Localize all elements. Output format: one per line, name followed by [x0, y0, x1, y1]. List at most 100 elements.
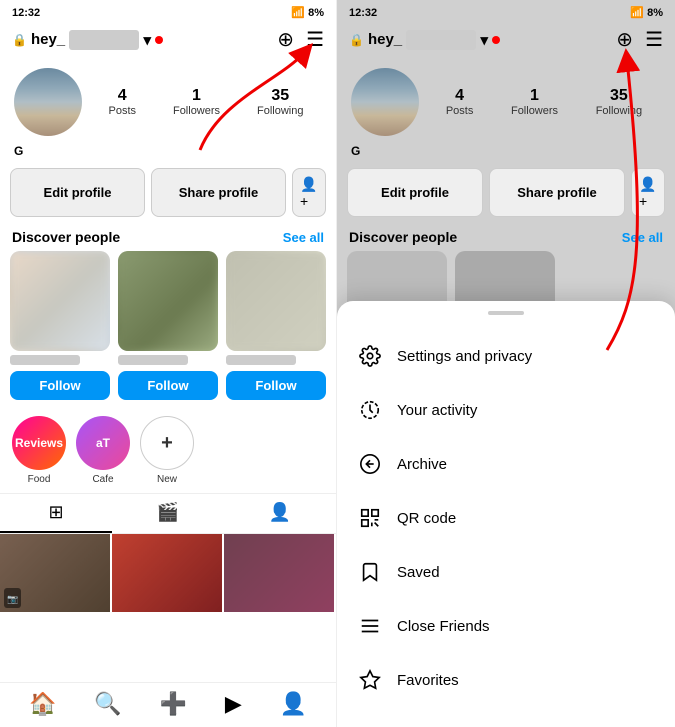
settings-icon: [357, 343, 383, 369]
qrcode-menu-item[interactable]: QR code: [337, 491, 675, 545]
battery-right: 8%: [647, 7, 663, 19]
add-icon-right[interactable]: ⊕: [616, 27, 633, 52]
share-profile-button-right[interactable]: Share profile: [489, 168, 625, 217]
person-card-3: Follow: [226, 251, 326, 400]
settings-label: Settings and privacy: [397, 348, 532, 365]
stats-area-right: 4 Posts 1 Followers 35 Following: [427, 87, 661, 117]
person-card-1: Follow: [10, 251, 110, 400]
person-card-2: Follow: [118, 251, 218, 400]
online-dot-right: [492, 36, 500, 44]
saved-menu-item[interactable]: Saved: [337, 545, 675, 599]
discover-header-right: Discover people See all: [337, 225, 675, 251]
person-photo-3: [226, 251, 326, 351]
follow-button-3[interactable]: Follow: [226, 371, 326, 400]
signal-icon: 📶: [291, 6, 305, 19]
stat-posts-right: 4 Posts: [446, 87, 474, 117]
activity-icon: [357, 397, 383, 423]
post-thumb-2[interactable]: [112, 534, 222, 612]
settings-menu-item[interactable]: Settings and privacy: [337, 329, 675, 383]
right-panel: 12:32 📶 8% 🔒 hey_ xxxxxxxx ▾ ⊕ ☰ 4 Posts: [337, 0, 675, 727]
followers-count-right: 1: [530, 87, 539, 105]
archive-menu-item[interactable]: Archive: [337, 437, 675, 491]
discover-people-icon-left[interactable]: 👤+: [292, 168, 326, 217]
discover-title-right: Discover people: [349, 229, 457, 245]
edit-profile-button-left[interactable]: Edit profile: [10, 168, 145, 217]
see-all-left[interactable]: See all: [283, 230, 324, 245]
qrcode-icon: [357, 505, 383, 531]
posts-grid-left: 📷: [0, 534, 336, 612]
bottom-nav-left: 🏠 🔍 ➕ ▶ 👤: [0, 682, 336, 727]
menu-icon-right[interactable]: ☰: [645, 27, 663, 52]
follow-button-1[interactable]: Follow: [10, 371, 110, 400]
stats-area-left: 4 Posts 1 Followers 35 Following: [90, 87, 322, 117]
stories-row-left: Reviews Food aT Cafe + New: [0, 408, 336, 493]
nav-reels-left[interactable]: ▶: [225, 691, 242, 717]
top-nav-right: 🔒 hey_ xxxxxxxx ▾ ⊕ ☰: [337, 23, 675, 60]
share-profile-button-left[interactable]: Share profile: [151, 168, 286, 217]
posts-grid-tab[interactable]: ⊞: [0, 494, 112, 533]
saved-label: Saved: [397, 564, 440, 581]
menu-icon-left[interactable]: ☰: [306, 27, 324, 52]
posts-tabs-left: ⊞ 🎬 👤: [0, 493, 336, 534]
favorites-menu-item[interactable]: Favorites: [337, 653, 675, 707]
action-buttons-right: Edit profile Share profile 👤+: [337, 164, 675, 225]
story-circle-new: +: [140, 416, 194, 470]
nav-profile-left[interactable]: 👤: [280, 691, 307, 717]
people-cards-left: Follow Follow Follow: [0, 251, 336, 408]
person-name-3: [226, 355, 296, 365]
story-cafe[interactable]: aT Cafe: [76, 416, 130, 485]
online-dot-left: [155, 36, 163, 44]
posts-label-left: Posts: [108, 105, 136, 117]
top-nav-left: 🔒 hey_ xxxxxxxx ▾ ⊕ ☰: [0, 23, 336, 60]
profile-name-right: G: [337, 142, 675, 164]
story-food[interactable]: Reviews Food: [12, 416, 66, 485]
username-text-right: hey_: [368, 31, 402, 48]
nav-home-left[interactable]: 🏠: [29, 691, 56, 717]
battery-left: 8%: [308, 7, 324, 19]
close-friends-menu-item[interactable]: Close Friends: [337, 599, 675, 653]
see-all-right[interactable]: See all: [622, 230, 663, 245]
profile-section-right: 4 Posts 1 Followers 35 Following: [337, 60, 675, 142]
username-area-left: 🔒 hey_ xxxxxxxx ▾: [12, 30, 163, 50]
posts-tagged-tab[interactable]: 👤: [224, 494, 336, 533]
username-blur-left: xxxxxxxx: [69, 30, 139, 50]
activity-menu-item[interactable]: Your activity: [337, 383, 675, 437]
profile-name-left: G: [0, 142, 336, 164]
edit-profile-button-right[interactable]: Edit profile: [347, 168, 483, 217]
posts-count-right: 4: [455, 87, 464, 105]
stat-posts-left: 4 Posts: [108, 87, 136, 117]
chevron-left: ▾: [143, 31, 151, 49]
chevron-right-nav: ▾: [480, 31, 488, 49]
stat-followers-right: 1 Followers: [511, 87, 558, 117]
archive-icon: [357, 451, 383, 477]
discover-header-left: Discover people See all: [0, 225, 336, 251]
add-icon-left[interactable]: ⊕: [277, 27, 294, 52]
person-photo-1: [10, 251, 110, 351]
follow-button-2[interactable]: Follow: [118, 371, 218, 400]
sheet-handle: [488, 311, 524, 315]
post-thumb-1[interactable]: 📷: [0, 534, 110, 612]
followers-count-left: 1: [192, 87, 201, 105]
lock-icon-left: 🔒: [12, 33, 27, 47]
person-photo-2: [118, 251, 218, 351]
following-count-left: 35: [271, 87, 289, 105]
following-label-right: Following: [596, 105, 642, 117]
person-name-1: [10, 355, 80, 365]
username-area-right: 🔒 hey_ xxxxxxxx ▾: [349, 30, 500, 50]
posts-reel-tab[interactable]: 🎬: [112, 494, 224, 533]
close-friends-icon: [357, 613, 383, 639]
status-icons-right: 📶 8%: [630, 6, 663, 19]
story-label-new: New: [157, 474, 177, 485]
discover-people-icon-right[interactable]: 👤+: [631, 168, 665, 217]
story-label-food: Food: [28, 474, 51, 485]
nav-add-left[interactable]: ➕: [160, 691, 187, 717]
favorites-icon: [357, 667, 383, 693]
story-new[interactable]: + New: [140, 416, 194, 485]
post-thumb-3[interactable]: [224, 534, 334, 612]
nav-search-left[interactable]: 🔍: [94, 691, 121, 717]
story-circle-cafe: aT: [76, 416, 130, 470]
status-bar-right: 12:32 📶 8%: [337, 0, 675, 23]
favorites-label: Favorites: [397, 672, 459, 689]
stat-following-left: 35 Following: [257, 87, 303, 117]
avatar-left: [14, 68, 82, 136]
